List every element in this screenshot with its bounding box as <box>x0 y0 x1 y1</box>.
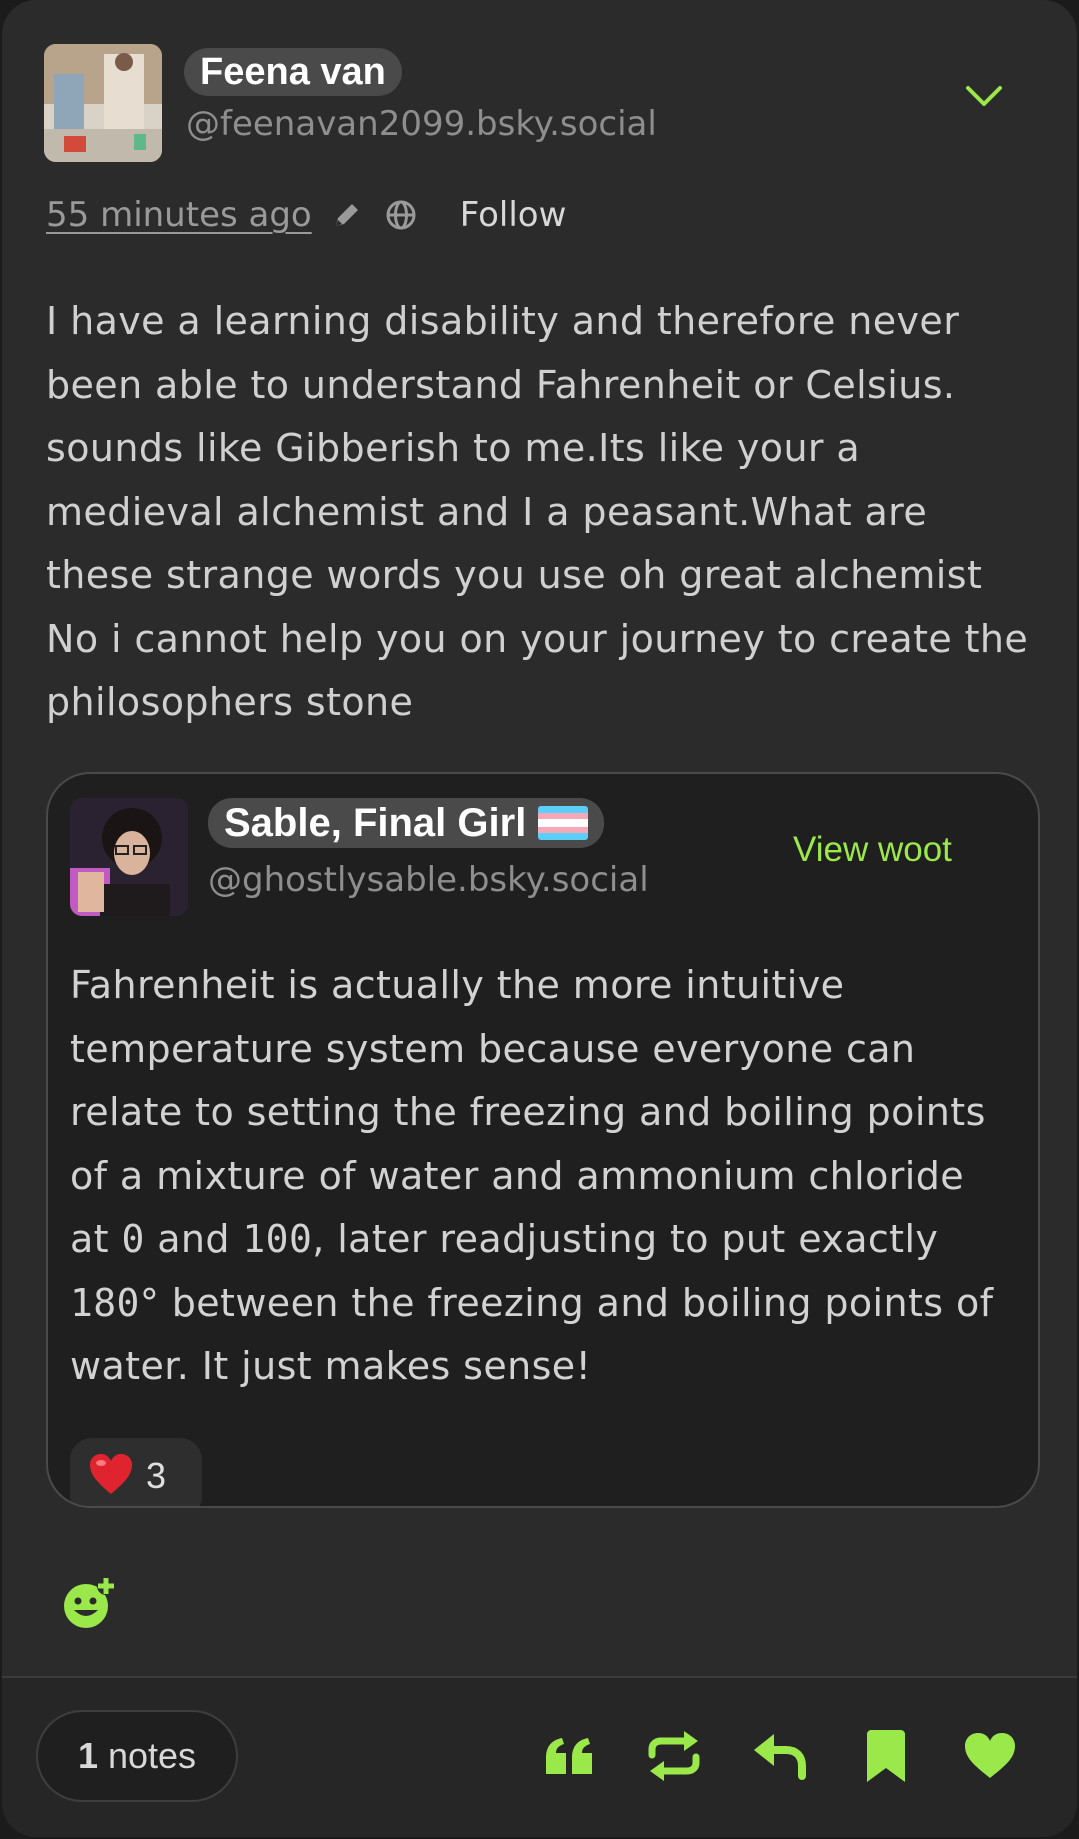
quoted-number-180: 180 <box>70 1280 140 1325</box>
heart-emoji-icon <box>90 1454 132 1494</box>
author-name[interactable]: Feena van <box>184 48 402 96</box>
quoted-author-avatar-image <box>70 798 188 916</box>
post-text: I have a learning disability and therefo… <box>46 299 1029 724</box>
follow-button[interactable]: Follow <box>460 195 567 235</box>
reply-icon <box>754 1734 806 1780</box>
bookmark-icon <box>867 1730 905 1782</box>
repost-icon <box>648 1731 700 1781</box>
heart-reaction-button[interactable]: 3 <box>70 1438 202 1506</box>
post-meta-row: 55 minutes ago Follow <box>46 190 566 240</box>
quoted-author-avatar[interactable] <box>70 798 188 916</box>
quote-button[interactable] <box>540 1728 600 1784</box>
quoted-author-handle[interactable]: @ghostlysable.bsky.social <box>208 860 649 900</box>
author-handle[interactable]: @feenavan2099.bsky.social <box>186 104 657 144</box>
quote-icon <box>546 1738 592 1774</box>
globe-icon <box>386 200 416 230</box>
quoted-number-zero: 0 <box>121 1217 145 1261</box>
repost-button[interactable] <box>644 1728 704 1784</box>
quoted-author-name-text: Sable, Final Girl <box>224 800 527 845</box>
quoted-text-part-3: , later readjusting to put exactly <box>312 1217 939 1261</box>
reply-button[interactable] <box>750 1728 810 1784</box>
post-card: Feena van @feenavan2099.bsky.social 55 m… <box>2 0 1077 1837</box>
trans-flag-icon <box>538 806 589 840</box>
author-avatar[interactable] <box>44 44 162 162</box>
chevron-down-icon[interactable] <box>962 80 1006 110</box>
quoted-post-text: Fahrenheit is actually the more intuitiv… <box>70 954 1010 1399</box>
quoted-text-part-4: ° between the freezing and boiling point… <box>70 1280 994 1389</box>
bookmark-button[interactable] <box>856 1728 916 1784</box>
post-timestamp[interactable]: 55 minutes ago <box>46 195 312 235</box>
like-button[interactable] <box>960 1728 1020 1784</box>
view-woot-link[interactable]: View woot <box>793 830 952 870</box>
quoted-post[interactable]: Sable, Final Girl @ghostlysable.bsky.soc… <box>46 772 1040 1508</box>
notes-count: 1 <box>77 1735 98 1776</box>
reaction-count: 3 <box>146 1455 167 1496</box>
author-avatar-image <box>44 44 162 162</box>
add-reaction-icon[interactable] <box>60 1576 118 1630</box>
author-name-text: Feena van <box>200 50 386 93</box>
edited-pencil-icon <box>335 204 358 226</box>
quoted-author-name[interactable]: Sable, Final Girl <box>208 798 605 848</box>
quoted-text-part-2: and <box>144 1217 243 1261</box>
like-icon <box>965 1733 1015 1778</box>
notes-label: notes <box>107 1735 197 1776</box>
quoted-number-hundred: 100 <box>242 1217 313 1261</box>
notes-button[interactable]: 1 notes <box>36 1710 238 1802</box>
